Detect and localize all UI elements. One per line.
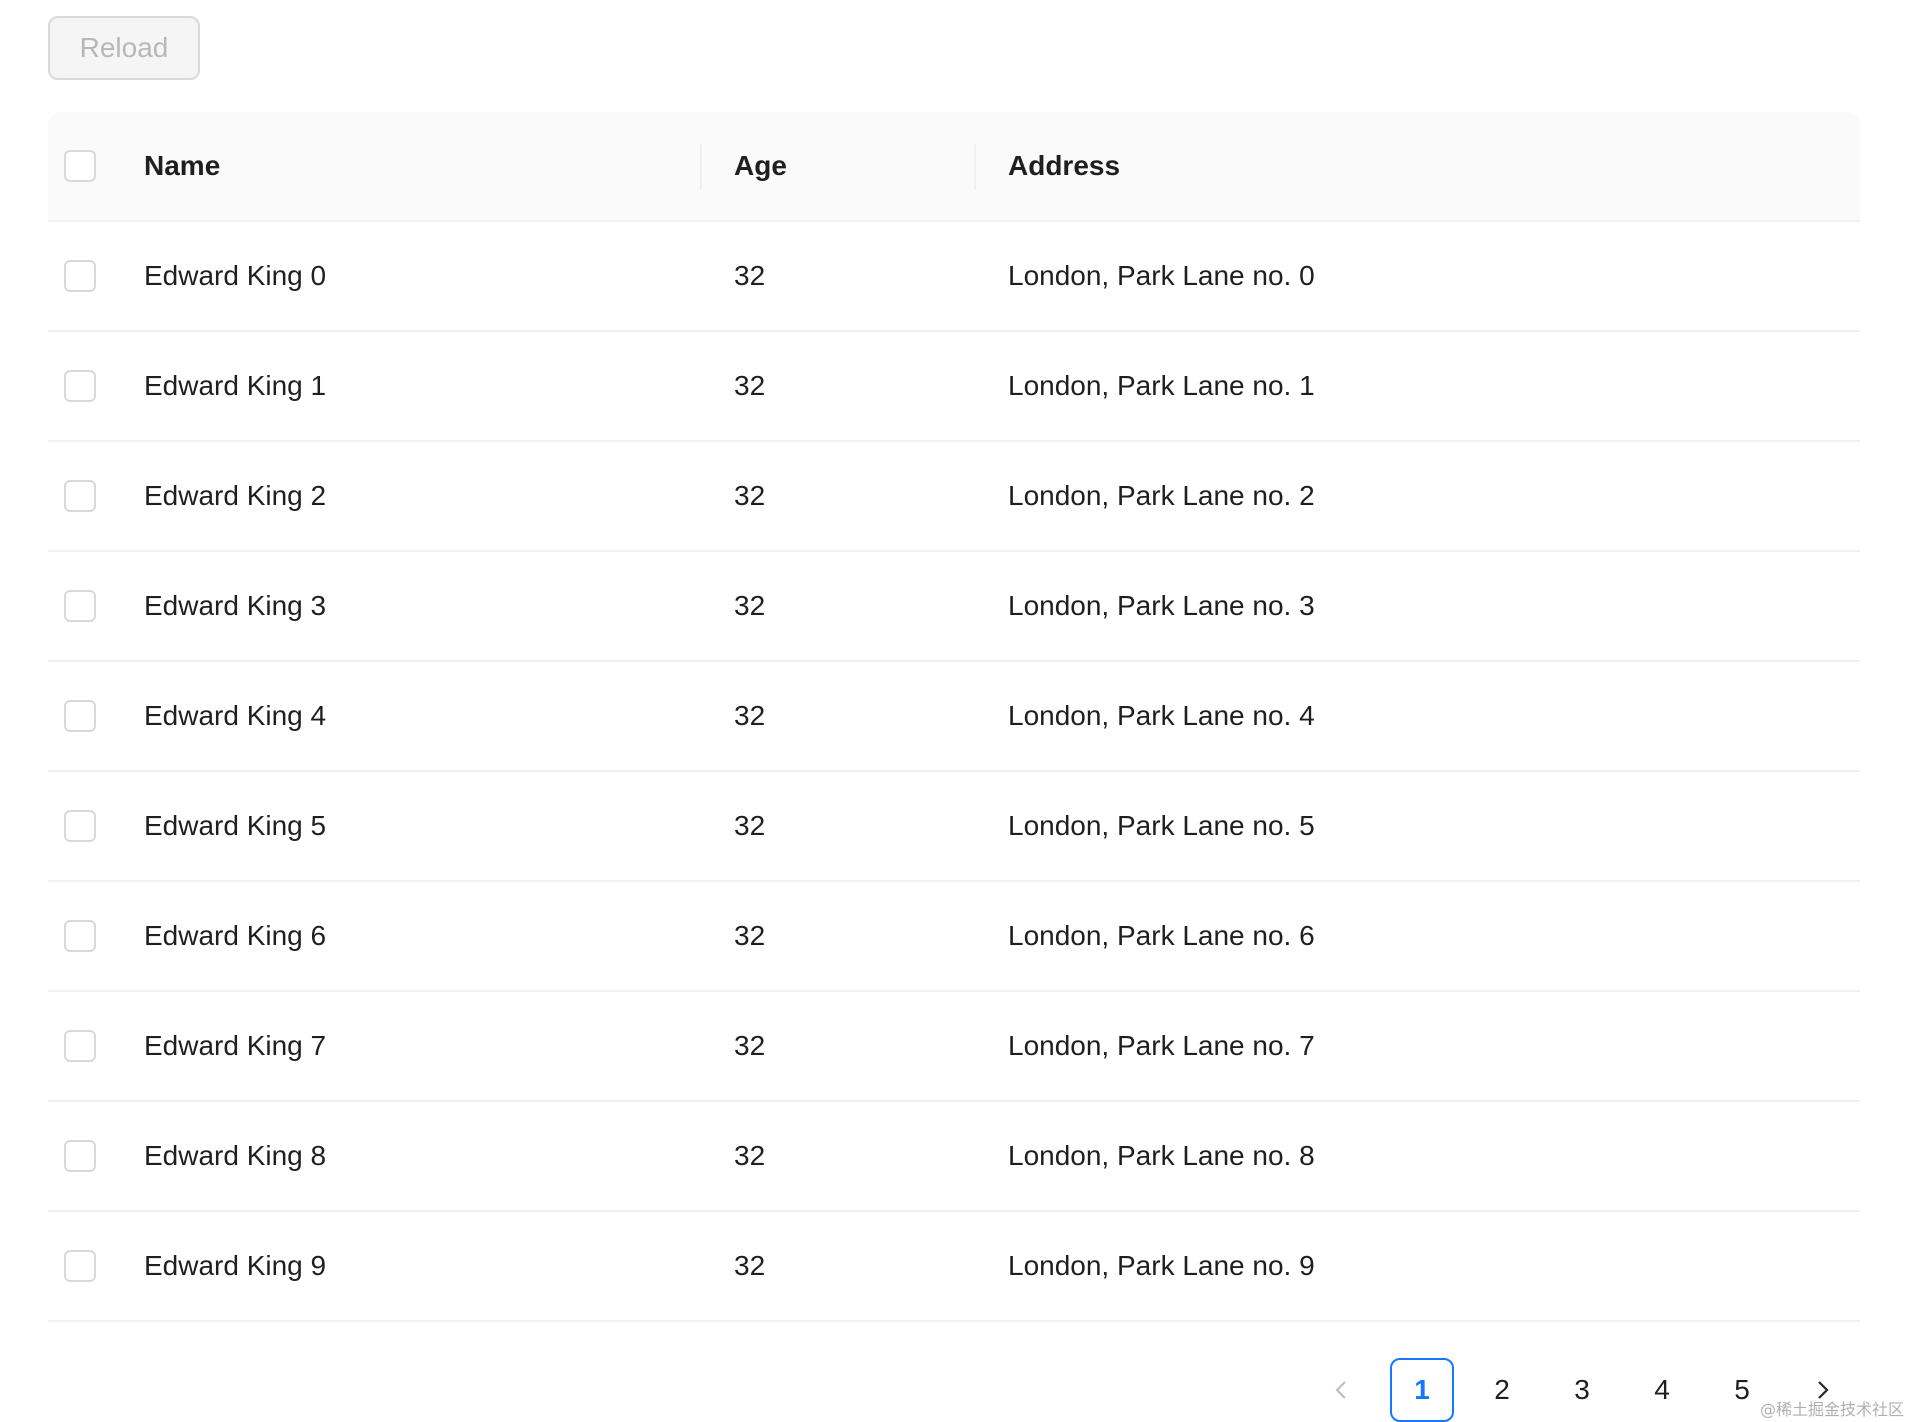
cell-age: 32	[734, 260, 766, 291]
cell-name: Edward King 1	[144, 370, 327, 401]
row-checkbox-cell	[64, 992, 128, 1100]
row-checkbox-cell	[64, 442, 128, 550]
watermark: @稀土掘金技术社区	[1759, 1400, 1904, 1419]
cell-name: Edward King 3	[144, 590, 327, 621]
cell-address: London, Park Lane no. 9	[1008, 1250, 1315, 1281]
row-checkbox-cell	[64, 662, 128, 770]
cell-age: 32	[734, 810, 766, 841]
cell-address: London, Park Lane no. 8	[1008, 1140, 1315, 1171]
cell-name: Edward King 0	[144, 260, 327, 291]
cell-address: London, Park Lane no. 6	[1008, 920, 1315, 951]
table-row[interactable]: Edward King 5 32 London, Park Lane no. 5	[48, 772, 1860, 882]
cell-address: London, Park Lane no. 7	[1008, 1030, 1315, 1061]
cell-age: 32	[734, 370, 766, 401]
cell-address: London, Park Lane no. 5	[1008, 810, 1315, 841]
row-checkbox[interactable]	[64, 1140, 96, 1172]
column-header-name: Name	[144, 150, 221, 181]
cell-name: Edward King 5	[144, 810, 327, 841]
row-checkbox-cell	[64, 1102, 128, 1210]
cell-address: London, Park Lane no. 4	[1008, 700, 1315, 731]
row-checkbox-cell	[64, 1212, 128, 1320]
cell-name: Edward King 7	[144, 1030, 327, 1061]
row-checkbox-cell	[64, 222, 128, 330]
chevron-left-icon[interactable]	[1310, 1358, 1374, 1422]
row-checkbox[interactable]	[64, 590, 96, 622]
row-checkbox[interactable]	[64, 260, 96, 292]
row-checkbox-cell	[64, 772, 128, 880]
select-all-checkbox[interactable]	[64, 150, 96, 182]
page-item-4[interactable]: 4	[1630, 1358, 1694, 1422]
table-row[interactable]: Edward King 2 32 London, Park Lane no. 2	[48, 442, 1860, 552]
row-checkbox[interactable]	[64, 1250, 96, 1282]
data-table: Name Age Address Edward King 0 32 London, …	[48, 112, 1860, 1322]
cell-age: 32	[734, 920, 766, 951]
page-item-2[interactable]: 2	[1470, 1358, 1534, 1422]
table-body: Edward King 0 32 London, Park Lane no. 0 Ed…	[48, 222, 1860, 1322]
cell-address: London, Park Lane no. 0	[1008, 260, 1315, 291]
page-item-3[interactable]: 3	[1550, 1358, 1614, 1422]
table-header: Name Age Address	[48, 112, 1860, 222]
table-row[interactable]: Edward King 7 32 London, Park Lane no. 7	[48, 992, 1860, 1102]
reload-button[interactable]: Reload	[48, 16, 200, 80]
table-row[interactable]: Edward King 6 32 London, Park Lane no. 6	[48, 882, 1860, 992]
cell-address: London, Park Lane no. 2	[1008, 480, 1315, 511]
cell-address: London, Park Lane no. 3	[1008, 590, 1315, 621]
row-checkbox[interactable]	[64, 810, 96, 842]
table-row[interactable]: Edward King 3 32 London, Park Lane no. 3	[48, 552, 1860, 662]
table-row[interactable]: Edward King 4 32 London, Park Lane no. 4	[48, 662, 1860, 772]
row-checkbox-cell	[64, 882, 128, 990]
cell-name: Edward King 8	[144, 1140, 327, 1171]
header-checkbox-cell	[64, 112, 128, 220]
table-row[interactable]: Edward King 8 32 London, Park Lane no. 8	[48, 1102, 1860, 1212]
row-checkbox[interactable]	[64, 480, 96, 512]
column-separator	[974, 144, 976, 190]
cell-age: 32	[734, 1030, 766, 1061]
row-checkbox-cell	[64, 332, 128, 440]
row-checkbox[interactable]	[64, 370, 96, 402]
cell-name: Edward King 6	[144, 920, 327, 951]
cell-name: Edward King 4	[144, 700, 327, 731]
page-item-1[interactable]: 1	[1390, 1358, 1454, 1422]
cell-age: 32	[734, 1140, 766, 1171]
cell-age: 32	[734, 1250, 766, 1281]
table-row[interactable]: Edward King 0 32 London, Park Lane no. 0	[48, 222, 1860, 332]
row-checkbox[interactable]	[64, 920, 96, 952]
column-header-address: Address	[1008, 150, 1121, 181]
page-list: 12345	[1374, 1358, 1774, 1422]
table-row[interactable]: Edward King 9 32 London, Park Lane no. 9	[48, 1212, 1860, 1322]
row-checkbox[interactable]	[64, 1030, 96, 1062]
column-header-age: Age	[734, 150, 787, 181]
page-root: Reload Name Age Address Edward King 0 32 L…	[0, 0, 1910, 1422]
table-row[interactable]: Edward King 1 32 London, Park Lane no. 1	[48, 332, 1860, 442]
column-separator	[700, 144, 702, 190]
cell-name: Edward King 9	[144, 1250, 327, 1281]
cell-age: 32	[734, 590, 766, 621]
cell-age: 32	[734, 480, 766, 511]
cell-name: Edward King 2	[144, 480, 327, 511]
row-checkbox[interactable]	[64, 700, 96, 732]
row-checkbox-cell	[64, 552, 128, 660]
cell-address: London, Park Lane no. 1	[1008, 370, 1315, 401]
cell-age: 32	[734, 700, 766, 731]
